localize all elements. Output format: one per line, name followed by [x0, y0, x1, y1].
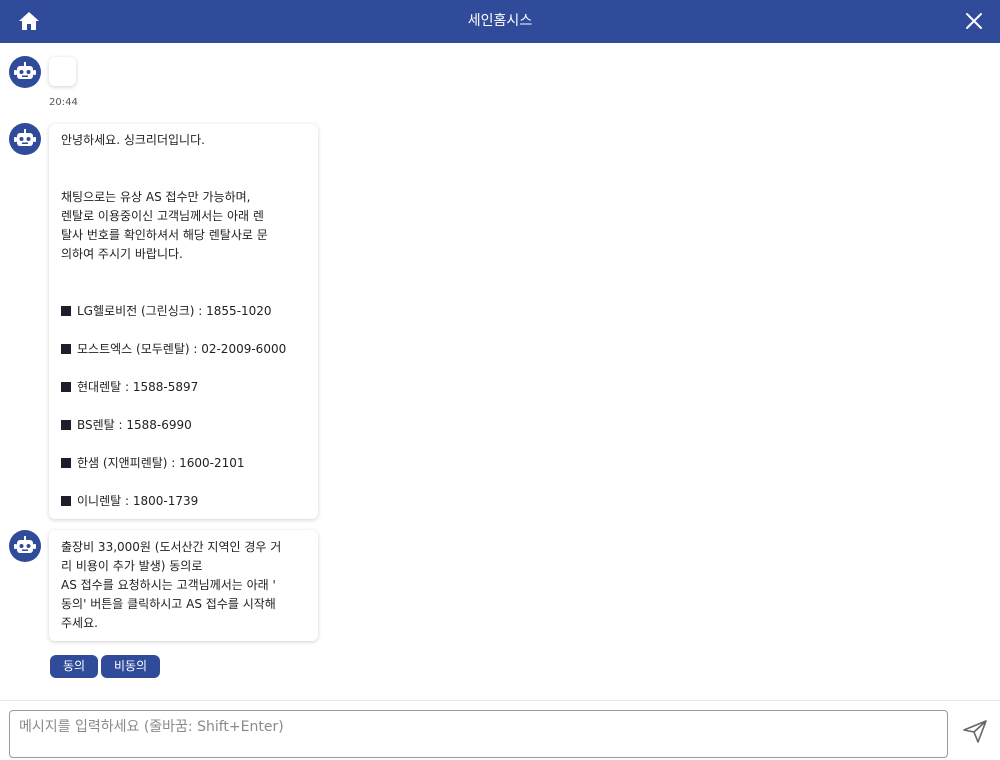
square-bullet-icon — [61, 458, 71, 468]
rental-list-item-text: 한샘 (지앤피렌탈) : 1600-2101 — [77, 456, 245, 470]
square-bullet-icon — [61, 382, 71, 392]
robot-icon — [14, 536, 36, 553]
message-text: 채팅으로는 유상 AS 접수만 가능하며, — [61, 190, 251, 204]
message-text: 동의' 버튼을 클릭하시고 AS 접수를 시작해 — [61, 597, 276, 611]
rental-list-item: 한샘 (지앤피렌탈) : 1600-2101 — [61, 454, 245, 473]
send-button[interactable] — [962, 718, 988, 744]
square-bullet-icon — [61, 306, 71, 316]
disagree-button[interactable]: 비동의 — [101, 655, 160, 678]
agree-button[interactable]: 동의 — [50, 655, 98, 678]
rental-list-item: 모스트엑스 (모두렌탈) : 02-2009-6000 — [61, 340, 286, 359]
bot-message-bubble-empty — [49, 57, 76, 86]
message-text: AS 접수를 요청하시는 고객님께서는 아래 ' — [61, 578, 276, 592]
bot-avatar — [9, 56, 41, 88]
message-text: 탈사 번호를 확인하셔서 해당 렌탈사로 문 — [61, 228, 268, 242]
rental-list-item: LG헬로비전 (그린싱크) : 1855-1020 — [61, 302, 272, 321]
rental-list-item-text: LG헬로비전 (그린싱크) : 1855-1020 — [77, 304, 272, 318]
rental-list-item-text: 모스트엑스 (모두렌탈) : 02-2009-6000 — [77, 342, 287, 356]
message-text: 안녕하세요. 싱크리더입니다. — [61, 133, 205, 147]
message-text: 의하여 주시기 바랍니다. — [61, 247, 183, 261]
robot-icon — [14, 62, 36, 79]
square-bullet-icon — [61, 420, 71, 430]
message-text: 출장비 33,000원 (도서산간 지역인 경우 거 — [61, 540, 282, 554]
bot-avatar — [9, 123, 41, 155]
message-text: 리 비용이 추가 발생) 동의로 — [61, 559, 203, 573]
rental-list-item-text: 이니렌탈 : 1800-1739 — [77, 494, 199, 508]
rental-list-item: BS렌탈 : 1588-6990 — [61, 416, 192, 435]
send-icon — [963, 720, 987, 743]
close-icon — [966, 13, 982, 29]
header-bar: 세인홈시스 — [0, 0, 1000, 43]
message-timestamp: 20:44 — [49, 97, 78, 108]
message-text: 주세요. — [61, 616, 98, 630]
message-text: 렌탈로 이용중이신 고객님께서는 아래 렌 — [61, 209, 264, 223]
rental-list-item-text: 현대렌탈 : 1588-5897 — [77, 380, 199, 394]
bot-message-bubble-rental-info: 안녕하세요. 싱크리더입니다. 채팅으로는 유상 AS 접수만 가능하며, 렌탈… — [49, 124, 318, 519]
bot-message-bubble-consent: 출장비 33,000원 (도서산간 지역인 경우 거 리 비용이 추가 발생) … — [49, 530, 318, 641]
header-title: 세인홈시스 — [467, 13, 533, 29]
message-composer — [0, 700, 1000, 760]
rental-list-item: 이니렌탈 : 1800-1739 — [61, 492, 198, 511]
rental-list-item-text: BS렌탈 : 1588-6990 — [77, 418, 192, 432]
bot-avatar — [9, 530, 41, 562]
close-button[interactable] — [964, 11, 984, 31]
message-input[interactable] — [9, 710, 948, 758]
robot-icon — [14, 129, 36, 146]
square-bullet-icon — [61, 344, 71, 354]
square-bullet-icon — [61, 496, 71, 506]
chat-area[interactable]: 20:44 안녕하세요. 싱크리더입니다. 채팅으로는 유상 AS 접수만 가능… — [0, 43, 1000, 700]
rental-list-item: 현대렌탈 : 1588-5897 — [61, 378, 198, 397]
